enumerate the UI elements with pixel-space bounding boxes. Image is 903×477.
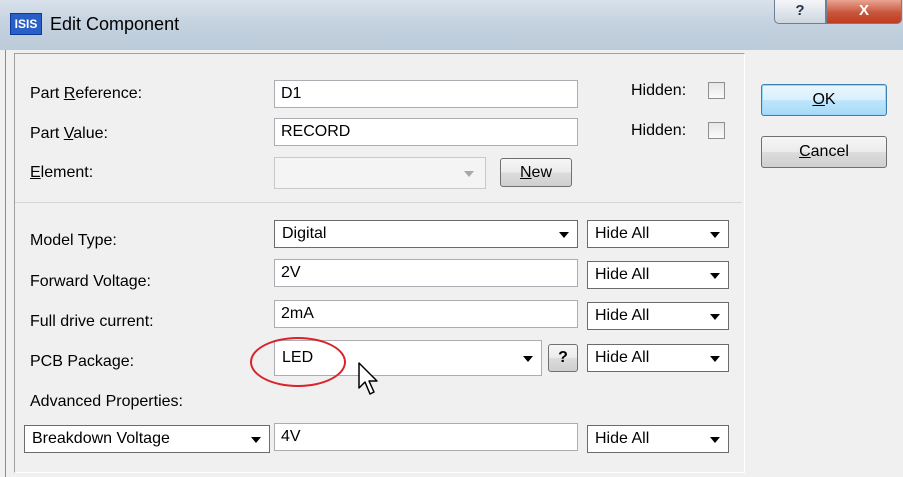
advanced-properties-label: Advanced Properties: — [30, 393, 183, 410]
isis-app-icon: ISIS — [10, 13, 42, 35]
cancel-button[interactable]: Cancel — [761, 136, 887, 168]
annotation-circle — [250, 337, 346, 387]
part-reference-hidden-checkbox[interactable] — [708, 82, 725, 99]
model-type-label: Model Type: — [30, 232, 117, 249]
chevron-down-icon — [710, 232, 720, 238]
help-button[interactable]: ? — [774, 0, 826, 24]
full-drive-current-input[interactable]: 2mA — [274, 300, 578, 328]
part-value-label: Part Value: — [30, 125, 108, 142]
advanced-property-value-input[interactable]: 4V — [274, 423, 578, 451]
chevron-down-icon — [710, 356, 720, 362]
forward-voltage-label: Forward Voltage: — [30, 273, 151, 290]
forward-voltage-visibility-select[interactable]: Hide All — [587, 261, 729, 289]
part-reference-hidden-label: Hidden: — [631, 82, 687, 99]
title-bar[interactable]: ISIS Edit Component ? X — [0, 0, 903, 50]
element-label: Element: — [30, 164, 94, 181]
model-type-visibility-select[interactable]: Hide All — [587, 220, 729, 248]
forward-voltage-input[interactable]: 2V — [274, 259, 578, 287]
part-reference-input[interactable]: D1 — [274, 80, 578, 108]
part-value-hidden-label: Hidden: — [631, 122, 687, 139]
full-drive-current-label: Full drive current: — [30, 313, 154, 330]
advanced-property-select[interactable]: Breakdown Voltage — [24, 425, 270, 453]
element-select-arrow-icon — [464, 171, 474, 177]
mouse-cursor-icon — [358, 362, 378, 395]
chevron-down-icon — [710, 273, 720, 279]
model-type-select[interactable]: Digital — [274, 220, 578, 248]
window-frame-edge — [5, 50, 6, 477]
chevron-down-icon — [710, 437, 720, 443]
pcb-package-visibility-select[interactable]: Hide All — [587, 344, 729, 372]
ok-button[interactable]: OK — [761, 84, 887, 116]
window-title: Edit Component — [50, 14, 180, 34]
pcb-package-label: PCB Package: — [30, 353, 135, 370]
new-element-button[interactable]: New — [500, 158, 572, 187]
advanced-property-visibility-select[interactable]: Hide All — [587, 425, 729, 453]
chevron-down-icon — [251, 437, 261, 443]
part-reference-label: Part Reference: — [30, 85, 143, 102]
close-button[interactable]: X — [826, 0, 902, 24]
section-divider — [15, 202, 742, 203]
chevron-down-icon — [710, 314, 720, 320]
full-drive-current-visibility-select[interactable]: Hide All — [587, 302, 729, 330]
chevron-down-icon — [523, 356, 533, 362]
element-select[interactable] — [274, 157, 486, 189]
pcb-package-help-button[interactable]: ? — [548, 344, 578, 372]
part-value-input[interactable]: RECORD — [274, 118, 578, 146]
edit-component-dialog: ISIS Edit Component ? X Part Reference: … — [0, 0, 903, 477]
chevron-down-icon — [559, 232, 569, 238]
part-value-hidden-checkbox[interactable] — [708, 122, 725, 139]
